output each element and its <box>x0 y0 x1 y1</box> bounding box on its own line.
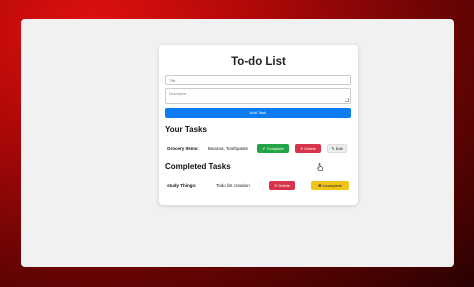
resize-handle-icon[interactable] <box>345 98 349 102</box>
close-icon: ✕ <box>274 183 278 188</box>
edit-button[interactable]: ✎Edit <box>327 144 347 153</box>
page-title: To-do List <box>231 56 286 68</box>
description-input[interactable]: Description <box>165 88 351 104</box>
completed-delete-button[interactable]: ✕Delete <box>269 181 295 190</box>
task-title: Grocery Items: <box>167 146 199 151</box>
app-window: To-do List Title Description Add Task Yo… <box>21 19 454 267</box>
delete-button[interactable]: ✕Delete <box>295 144 321 153</box>
your-tasks-heading: Your Tasks <box>165 125 207 134</box>
x-mark-icon: ✖ <box>318 183 322 188</box>
add-task-button[interactable]: Add Task <box>165 108 351 118</box>
close-icon: ✕ <box>300 146 304 151</box>
title-input[interactable]: Title <box>165 75 351 85</box>
hand-cursor-icon <box>317 163 323 171</box>
incomplete-button[interactable]: ✖Incomplete <box>311 181 349 190</box>
edit-label: Edit <box>335 146 343 151</box>
complete-button[interactable]: ✔Complete <box>257 144 289 153</box>
task-row: Grocery Items: Banana, Toothpaste ✔Compl… <box>165 142 351 155</box>
completed-task-title: study Things: <box>167 183 197 188</box>
completed-tasks-heading: Completed Tasks <box>165 162 231 171</box>
task-description: Banana, Toothpaste <box>208 146 248 151</box>
check-icon: ✔ <box>262 146 266 151</box>
title-placeholder: Title <box>169 79 176 83</box>
todo-card: To-do List Title Description Add Task Yo… <box>159 45 358 205</box>
delete-label: Delete <box>304 146 316 151</box>
completed-task-description: Todo list creation <box>216 183 250 188</box>
complete-label: Complete <box>266 146 284 151</box>
pencil-icon: ✎ <box>331 146 335 151</box>
completed-delete-label: Delete <box>278 183 290 188</box>
completed-task-row: study Things: Todo list creation ✕Delete… <box>165 179 351 192</box>
incomplete-label: Incomplete <box>322 183 342 188</box>
description-placeholder: Description <box>169 92 187 96</box>
